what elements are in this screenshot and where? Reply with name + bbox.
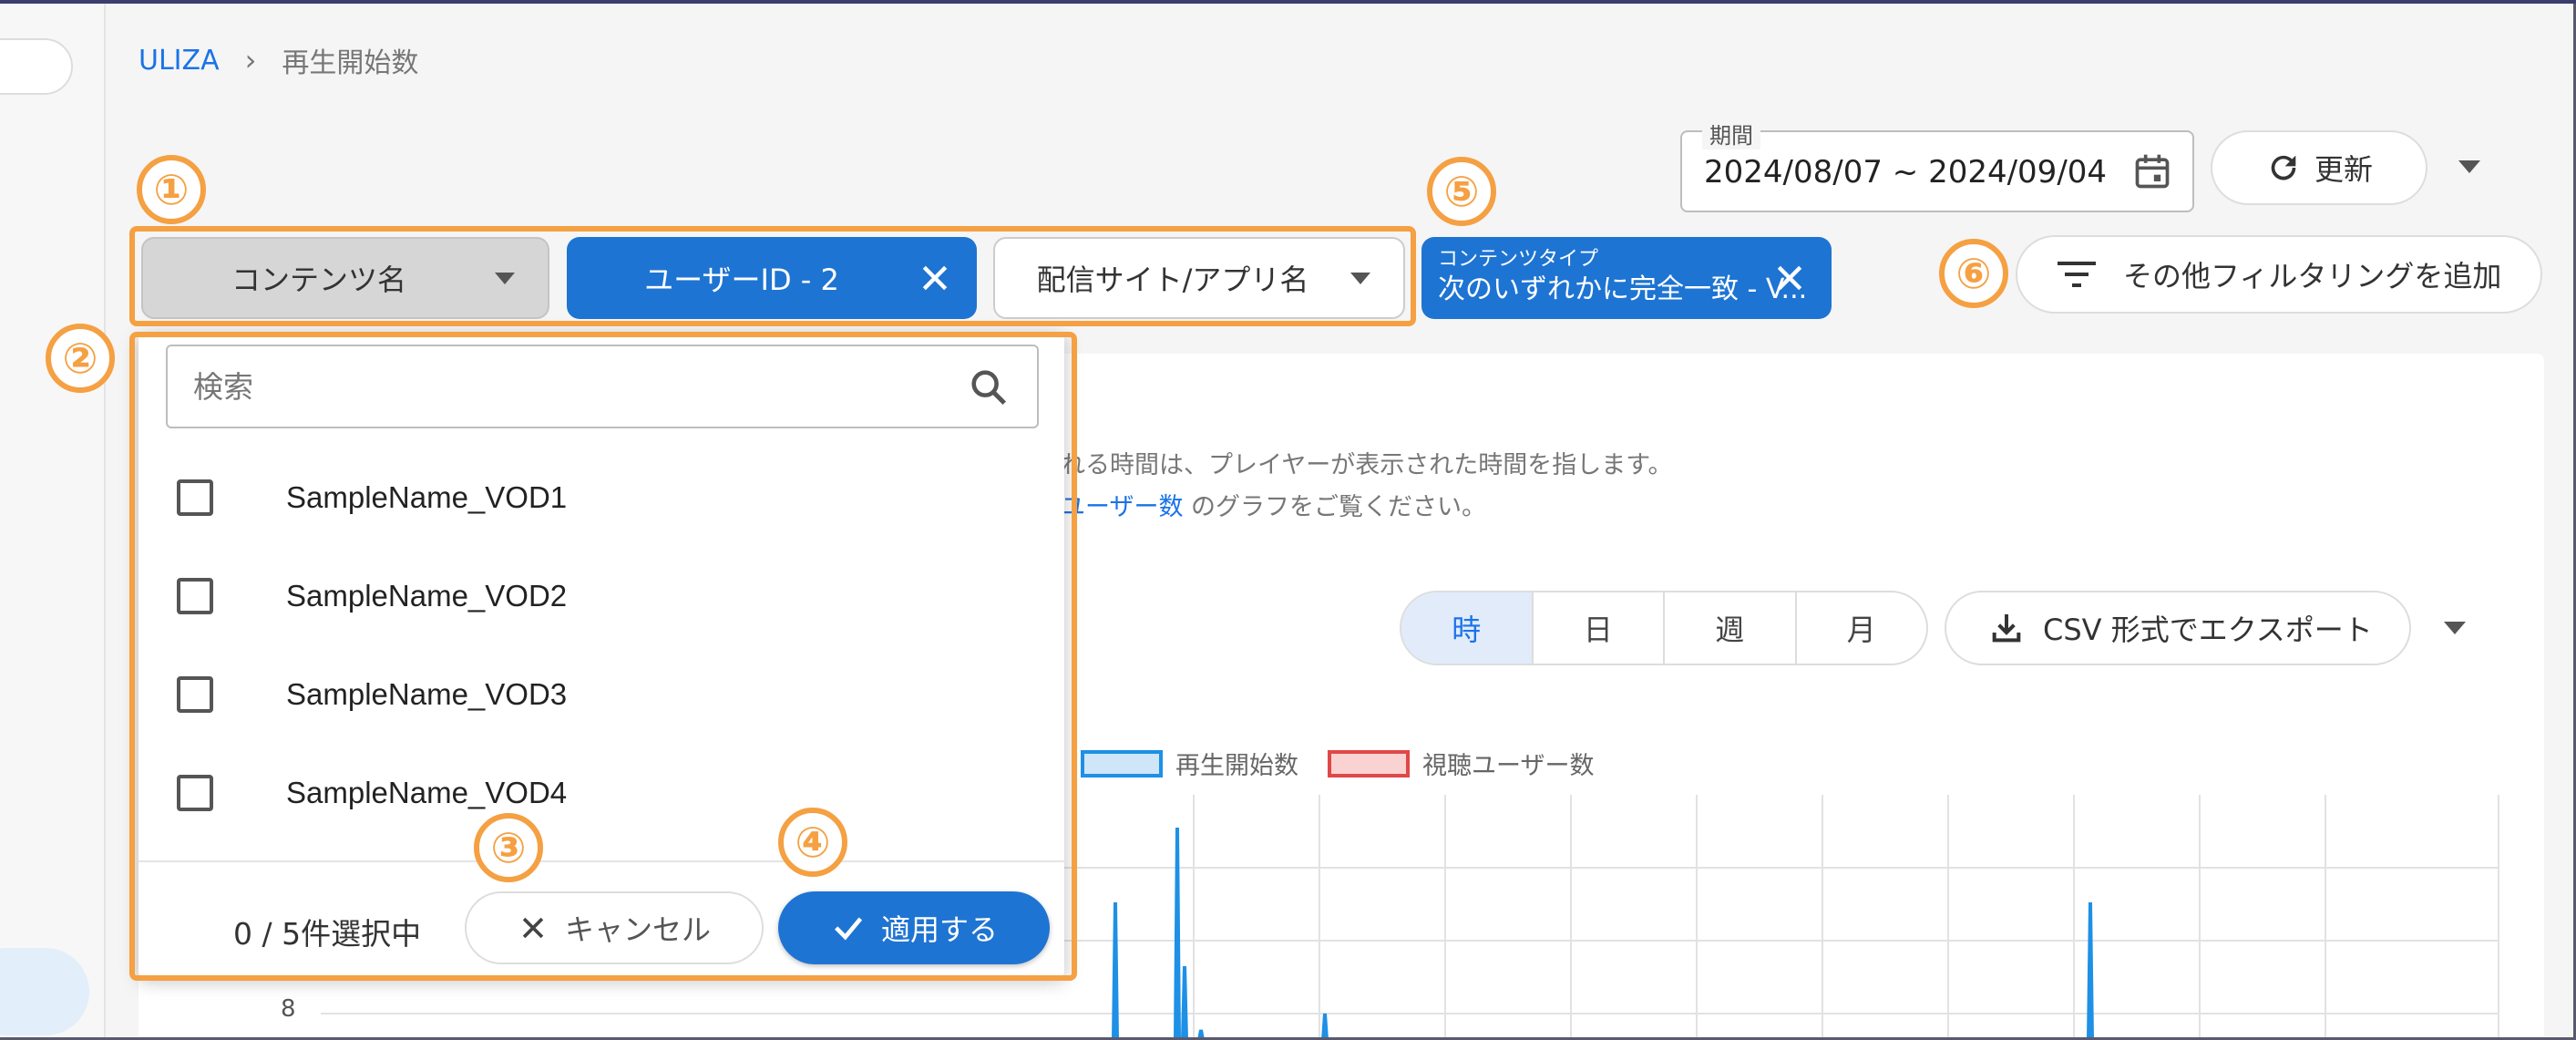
period-date-field[interactable]: 期間 2024/08/07 ~ 2024/09/04	[1680, 118, 2194, 212]
csv-export-button[interactable]: CSV 形式でエクスポート	[1945, 591, 2411, 665]
checkbox[interactable]	[177, 676, 213, 713]
annotation-1: ①	[137, 155, 206, 224]
list-item[interactable]: SampleName_VOD3	[177, 658, 567, 731]
chart-legend: 再生開始数 視聴ユーザー数	[1081, 746, 1594, 781]
content-name-dropdown: SampleName_VOD1 SampleName_VOD2 SampleNa…	[139, 334, 1064, 977]
filter-chip-label: コンテンツ名	[231, 263, 406, 297]
breadcrumb-current: 再生開始数	[282, 47, 419, 79]
filter-chip-site-app[interactable]: 配信サイト/アプリ名	[993, 237, 1405, 319]
chart-description-line2: ユーザー数 のグラフをご覧ください。	[1061, 487, 1486, 522]
check-icon	[835, 917, 863, 941]
granularity-day[interactable]: 日	[1534, 592, 1665, 664]
breadcrumb: ULIZA › 再生開始数	[139, 40, 418, 80]
filter-icon	[2058, 262, 2096, 287]
legend-label-series2: 視聴ユーザー数	[1422, 752, 1595, 780]
chevron-down-icon	[495, 272, 515, 284]
search-icon[interactable]	[968, 366, 1010, 408]
breadcrumb-root-link[interactable]: ULIZA	[139, 45, 220, 77]
y-axis-tick: 8	[281, 995, 296, 1023]
cancel-button[interactable]: キャンセル	[465, 891, 764, 964]
option-label: SampleName_VOD4	[286, 776, 568, 809]
option-label: SampleName_VOD1	[286, 480, 568, 514]
filter-chip-content-type[interactable]: コンテンツタイプ 次のいずれかに完全一致 - V...	[1421, 237, 1832, 319]
refresh-icon	[2271, 155, 2296, 180]
checkbox[interactable]	[177, 578, 213, 614]
filter-chip-content-name[interactable]: コンテンツ名	[141, 237, 549, 319]
legend-label-series1: 再生開始数	[1175, 752, 1298, 780]
close-icon[interactable]	[1771, 260, 1808, 296]
list-item[interactable]: SampleName_VOD1	[177, 461, 567, 534]
period-label: 期間	[1702, 118, 1760, 149]
checkbox[interactable]	[177, 479, 213, 516]
annotation-2: ②	[46, 324, 115, 393]
annotation-5: ⑤	[1427, 157, 1496, 226]
download-icon	[1992, 614, 2021, 643]
legend-swatch-series2[interactable]	[1328, 749, 1410, 777]
filter-chip-label: 配信サイト/アプリ名	[1036, 263, 1309, 297]
left-sidebar	[0, 0, 106, 1040]
filter-chip-label: ユーザーID - 2	[644, 263, 839, 297]
option-label: SampleName_VOD3	[286, 677, 568, 711]
add-filter-label: その他フィルタリングを追加	[2123, 259, 2502, 293]
csv-export-label: CSV 形式でエクスポート	[2043, 613, 2373, 647]
granularity-month[interactable]: 月	[1797, 592, 1927, 664]
close-icon[interactable]	[917, 260, 953, 296]
apply-button[interactable]: 適用する	[778, 891, 1050, 964]
calendar-icon[interactable]	[2132, 150, 2172, 192]
viewer-count-link[interactable]: ユーザー数	[1061, 493, 1183, 521]
sidebar-active-item[interactable]	[0, 948, 89, 1035]
annotation-3: ③	[474, 813, 543, 882]
add-filter-button[interactable]: その他フィルタリングを追加	[2016, 235, 2542, 314]
granularity-toggle: 時 日 週 月	[1400, 591, 1928, 665]
breadcrumb-separator: ›	[244, 43, 257, 77]
export-menu-caret-icon[interactable]	[2444, 622, 2466, 634]
annotation-4: ④	[778, 808, 847, 877]
chart-description-rest: のグラフをご覧ください。	[1183, 493, 1487, 521]
chart-description-line1: れる時間は、プレイヤーが表示された時間を指します。	[1061, 451, 1673, 479]
chevron-down-icon	[1350, 272, 1370, 284]
granularity-week[interactable]: 週	[1665, 592, 1797, 664]
refresh-label: 更新	[2314, 152, 2373, 187]
legend-swatch-series1[interactable]	[1081, 749, 1163, 777]
filter-chip-user-id[interactable]: ユーザーID - 2	[567, 237, 977, 319]
dropdown-footer: 0 / 5件選択中 キャンセル 適用する	[139, 860, 1064, 977]
refresh-menu-caret-icon[interactable]	[2458, 160, 2480, 173]
refresh-button[interactable]: 更新	[2211, 130, 2427, 205]
granularity-hour[interactable]: 時	[1401, 592, 1534, 664]
apply-label: 適用する	[880, 912, 998, 947]
annotation-6: ⑥	[1939, 239, 2008, 308]
checkbox[interactable]	[177, 775, 213, 811]
series-line-series1	[1050, 827, 2234, 1040]
search-box	[166, 345, 1039, 428]
filter-chip-value: 次のいずれかに完全一致 - V...	[1438, 273, 1808, 305]
option-label: SampleName_VOD2	[286, 579, 568, 613]
selection-count: 0 / 5件選択中	[233, 916, 422, 952]
close-icon	[522, 917, 544, 939]
search-input[interactable]	[168, 346, 951, 427]
sidebar-toggle[interactable]	[0, 38, 73, 95]
period-value: 2024/08/07 ~ 2024/09/04	[1704, 154, 2108, 190]
list-item[interactable]: SampleName_VOD2	[177, 560, 567, 633]
cancel-label: キャンセル	[564, 912, 711, 947]
